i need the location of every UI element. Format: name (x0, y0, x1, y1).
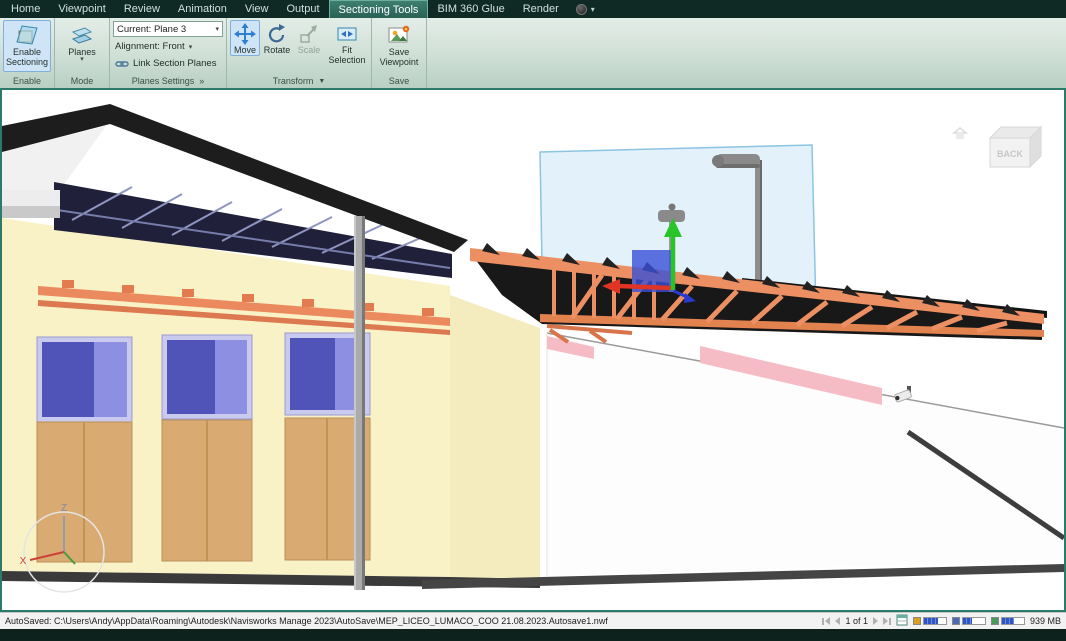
tab-animation[interactable]: Animation (169, 0, 236, 18)
sheet-browser-icon[interactable] (896, 614, 908, 628)
group-mode: Planes ▾ Mode (55, 18, 110, 88)
window (161, 334, 253, 420)
redraw-meter (912, 617, 947, 625)
enable-sectioning-button[interactable]: Enable Sectioning (3, 20, 51, 72)
current-plane-select[interactable]: Current: Plane 3 ▾ (113, 21, 223, 37)
move-icon (234, 23, 256, 45)
tab-bim-360-glue[interactable]: BIM 360 Glue (428, 0, 513, 18)
scale-button: Scale (294, 20, 324, 56)
tab-view[interactable]: View (236, 0, 278, 18)
scale-label: Scale (297, 45, 321, 55)
group-label-enable: Enable (12, 76, 42, 86)
group-enable: Enable Sectioning Enable (0, 18, 55, 88)
current-plane-value: Current: Plane 3 (117, 23, 187, 35)
window (36, 336, 133, 423)
ribbon-tab-bar: Home Viewpoint Review Animation View Out… (0, 0, 1066, 18)
enable-sectioning-icon (15, 23, 39, 47)
planes-button[interactable]: Planes ▾ (58, 20, 106, 72)
link-icon (115, 59, 129, 69)
group-label-transform: Transform ▼ (272, 76, 326, 86)
gizmo-x-axis-handle[interactable] (617, 283, 672, 291)
view-cube[interactable]: BACK (988, 125, 1043, 169)
alignment-value: Alignment: Front (115, 41, 185, 52)
rotate-icon (266, 23, 288, 45)
enable-sectioning-label: Enable Sectioning (5, 47, 49, 67)
expander-icon[interactable]: » (199, 76, 204, 86)
link-section-planes-button[interactable]: Link Section Planes (113, 56, 223, 71)
autosave-status-text: AutoSaved: C:\Users\Andy\AppData\Roaming… (5, 616, 608, 626)
tab-render[interactable]: Render (514, 0, 568, 18)
tab-viewpoint[interactable]: Viewpoint (49, 0, 115, 18)
memory-usage-label: 939 MB (1029, 616, 1061, 626)
fit-selection-button[interactable]: Fit Selection (326, 20, 368, 66)
chevron-down-icon: ▾ (80, 56, 84, 63)
chevron-down-icon: ▾ (215, 26, 219, 33)
tab-review[interactable]: Review (115, 0, 169, 18)
previous-sheet-button[interactable] (835, 617, 841, 625)
chevron-down-icon[interactable]: ▾ (591, 5, 595, 14)
move-label: Move (233, 45, 256, 55)
disk-meter (951, 617, 986, 625)
rotate-button[interactable]: Rotate (262, 20, 292, 56)
next-sheet-button[interactable] (872, 617, 878, 625)
memory-meter (990, 617, 1025, 625)
planes-icon (70, 23, 94, 47)
sheet-page-indicator: 1 of 1 (845, 616, 868, 626)
last-sheet-button[interactable] (882, 617, 891, 625)
ribbon: Enable Sectioning Enable Planes ▾ Mode C (0, 18, 1066, 88)
light-pole (354, 216, 365, 590)
view-cube-label: BACK (997, 149, 1023, 159)
chevron-down-icon[interactable]: ▼ (318, 78, 325, 85)
group-planes-settings: Current: Plane 3 ▾ Alignment: Front ▾ Li… (110, 18, 227, 88)
group-save: Save Viewpoint Save (372, 18, 427, 88)
tab-output[interactable]: Output (278, 0, 329, 18)
group-label-mode: Mode (70, 76, 94, 86)
viewport-frame: BACK Z X (0, 88, 1066, 612)
alignment-select[interactable]: Alignment: Front ▾ (113, 39, 223, 54)
axis-x-label: X (20, 556, 27, 567)
save-viewpoint-button[interactable]: Save Viewpoint (375, 20, 423, 72)
fit-selection-icon (336, 23, 358, 45)
fit-selection-label: Fit Selection (328, 45, 366, 65)
save-viewpoint-label: Save Viewpoint (379, 47, 419, 67)
chevron-down-icon: ▾ (188, 43, 193, 51)
rotate-label: Rotate (263, 45, 291, 55)
group-label-save: Save (388, 76, 410, 86)
door (36, 417, 371, 563)
tab-sectioning-tools[interactable]: Sectioning Tools (328, 0, 429, 18)
link-section-planes-label: Link Section Planes (133, 58, 217, 69)
first-sheet-button[interactable] (822, 617, 831, 625)
menu-circle-icon[interactable] (575, 3, 587, 15)
tab-home[interactable]: Home (2, 0, 49, 18)
scale-icon (298, 23, 320, 45)
axis-z-label: Z (61, 503, 67, 514)
group-transform: Move Rotate Scale Fit Selection Transfor… (227, 18, 372, 88)
move-button[interactable]: Move (230, 20, 260, 56)
viewport-3d[interactable]: BACK Z X (2, 90, 1064, 610)
group-label-planes-settings: Planes Settings » (131, 76, 205, 86)
save-viewpoint-icon (387, 23, 411, 47)
window-bottom-edge (0, 629, 1066, 641)
status-bar: AutoSaved: C:\Users\Andy\AppData\Roaming… (0, 612, 1066, 629)
viewport-3d-canvas[interactable]: BACK Z X (2, 90, 1064, 610)
